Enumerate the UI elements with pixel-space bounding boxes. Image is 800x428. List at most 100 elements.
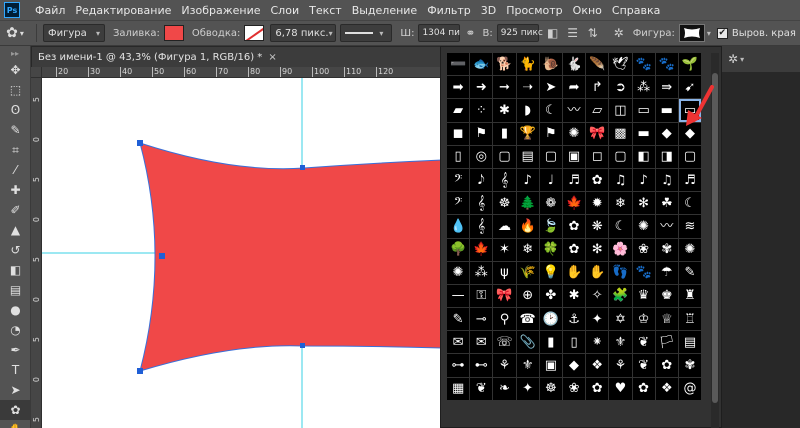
shape-swatch[interactable]: 🌱: [678, 53, 702, 76]
shape-swatch[interactable]: 🍀: [539, 238, 562, 261]
shape-swatch[interactable]: ✤: [539, 284, 562, 308]
shape-swatch[interactable]: ❋: [586, 215, 609, 238]
shape-swatch[interactable]: ✧: [586, 284, 609, 308]
shape-swatch[interactable]: 𝅘𝅥𝅮: [470, 168, 493, 192]
shape-swatch[interactable]: ▬: [632, 122, 655, 145]
hand-tool[interactable]: ✋: [0, 420, 31, 428]
menu-window[interactable]: Окно: [568, 4, 607, 17]
type-tool[interactable]: T: [0, 360, 31, 380]
tool-preset-picker[interactable]: ✿ ▾: [0, 22, 30, 44]
shape-swatch[interactable]: ❀: [632, 238, 655, 261]
shape-swatch[interactable]: ♬: [678, 168, 702, 192]
shape-swatch[interactable]: ❄: [609, 192, 632, 215]
shape-swatch[interactable]: 👣: [609, 261, 632, 284]
height-input[interactable]: 925 пикс: [496, 24, 543, 42]
shape-swatch[interactable]: ▢: [609, 145, 632, 168]
shape-swatch[interactable]: ▭: [632, 99, 655, 122]
shape-swatch[interactable]: ➤: [539, 76, 562, 99]
shape-swatch[interactable]: ▣: [562, 145, 586, 168]
shape-swatch[interactable]: ♕: [655, 308, 678, 331]
shape-swatch[interactable]: ❖: [586, 354, 609, 377]
shape-swatch[interactable]: ⊶: [447, 354, 470, 377]
shape-swatch[interactable]: 🐟: [470, 53, 493, 76]
shape-swatch[interactable]: ⊷: [470, 354, 493, 377]
menu-filter[interactable]: Фильтр: [422, 4, 476, 17]
shape-swatch[interactable]: ➞: [493, 76, 516, 99]
menu-file[interactable]: Файл: [30, 4, 70, 17]
shape-swatch[interactable]: 𝄢: [447, 192, 470, 215]
lasso-tool[interactable]: ʘ: [0, 100, 31, 120]
shape-swatch[interactable]: ▢: [539, 145, 562, 168]
vertical-ruler[interactable]: 5 0 5 0 5 0 5 0 5: [31, 67, 42, 428]
shape-swatch[interactable]: ✾: [678, 354, 702, 377]
shape-swatch[interactable]: 🍁: [562, 192, 586, 215]
shape-swatch[interactable]: ▰: [447, 99, 470, 122]
shape-swatch[interactable]: ✱: [562, 284, 586, 308]
shape-swatch[interactable]: ✿: [655, 354, 678, 377]
shape-swatch[interactable]: ✺: [678, 238, 702, 261]
shape-swatch[interactable]: 🍃: [539, 215, 562, 238]
path-arrangement-icon[interactable]: ⇅: [583, 23, 603, 43]
shape-swatch[interactable]: ☘: [655, 192, 678, 215]
shape-swatch[interactable]: 🕊: [609, 53, 632, 76]
shape-swatch[interactable]: ✺: [632, 215, 655, 238]
shape-swatch[interactable]: 𝄞: [470, 215, 493, 238]
shape-swatch[interactable]: ✦: [516, 377, 539, 400]
shape-swatch[interactable]: —: [447, 284, 470, 308]
shape-swatch[interactable]: ✡: [609, 308, 632, 331]
shape-swatch[interactable]: ↱: [586, 76, 609, 99]
shape-swatch[interactable]: 💧: [447, 215, 470, 238]
shape-swatch[interactable]: ❄: [516, 238, 539, 261]
shape-swatch[interactable]: ✉: [470, 331, 493, 354]
shape-swatch[interactable]: ☏: [493, 331, 516, 354]
shape-swatch[interactable]: ⁕: [586, 331, 609, 354]
stroke-type-dropdown[interactable]: ▾: [340, 24, 393, 42]
shape-swatch[interactable]: ≋: [678, 215, 702, 238]
shape-swatch[interactable]: ♔: [632, 308, 655, 331]
marquee-tool[interactable]: ⬚: [0, 80, 31, 100]
shape-swatch[interactable]: ⊕: [516, 284, 539, 308]
shape-swatch[interactable]: 📎: [516, 331, 539, 354]
shape-swatch[interactable]: ♛: [632, 284, 655, 308]
shape-swatch[interactable]: 🔥: [516, 215, 539, 238]
shape-swatch[interactable]: ❦: [470, 377, 493, 400]
crop-tool[interactable]: ⌗: [0, 140, 31, 160]
shape-swatch[interactable]: ⁘: [470, 99, 493, 122]
shape-swatch[interactable]: ✿: [586, 377, 609, 400]
shape-swatch[interactable]: ▯: [447, 145, 470, 168]
shape-swatch[interactable]: ⚘: [493, 354, 516, 377]
shape-swatch[interactable]: 𝄞: [470, 192, 493, 215]
brush-tool[interactable]: ✐: [0, 200, 31, 220]
shape-swatch[interactable]: ◫: [609, 99, 632, 122]
shape-swatch[interactable]: ♪: [632, 168, 655, 192]
shape-swatch[interactable]: ♫: [609, 168, 632, 192]
shape-swatch[interactable]: ▯: [562, 331, 586, 354]
shape-swatch[interactable]: ✿: [562, 238, 586, 261]
shape-swatch[interactable]: ☎: [516, 308, 539, 331]
shape-swatch[interactable]: ➦: [562, 76, 586, 99]
shape-swatch[interactable]: ♫: [655, 168, 678, 192]
shape-swatch[interactable]: ◼: [447, 122, 470, 145]
shape-swatch[interactable]: ▦: [447, 377, 470, 400]
healing-tool[interactable]: ✚: [0, 180, 31, 200]
shape-swatch[interactable]: ψ: [493, 261, 516, 284]
shape-swatch[interactable]: ⚜: [609, 331, 632, 354]
shape-swatch[interactable]: ◆: [562, 354, 586, 377]
shape-swatch[interactable]: ▮: [539, 331, 562, 354]
link-icon[interactable]: ⚭: [460, 23, 480, 43]
shape-swatch[interactable]: 🐇: [562, 53, 586, 76]
menu-image[interactable]: Изображение: [176, 4, 265, 17]
menu-type[interactable]: Текст: [304, 4, 347, 17]
shape-swatch[interactable]: ✉: [447, 331, 470, 354]
close-icon[interactable]: ×: [268, 52, 276, 63]
shape-swatch[interactable]: ✿: [562, 215, 586, 238]
shape-swatch[interactable]: ➲: [609, 76, 632, 99]
shape-swatch[interactable]: 🌲: [516, 192, 539, 215]
shape-swatch[interactable]: ❧: [493, 377, 516, 400]
toolbar-collapse-handle[interactable]: ▸▸: [0, 46, 30, 60]
anchor-point[interactable]: [159, 253, 165, 259]
shape-swatch[interactable]: ♬: [562, 168, 586, 192]
shape-swatch[interactable]: ⇛: [655, 76, 678, 99]
shape-swatch[interactable]: ◎: [470, 145, 493, 168]
shape-swatch[interactable]: ▬: [655, 99, 678, 122]
